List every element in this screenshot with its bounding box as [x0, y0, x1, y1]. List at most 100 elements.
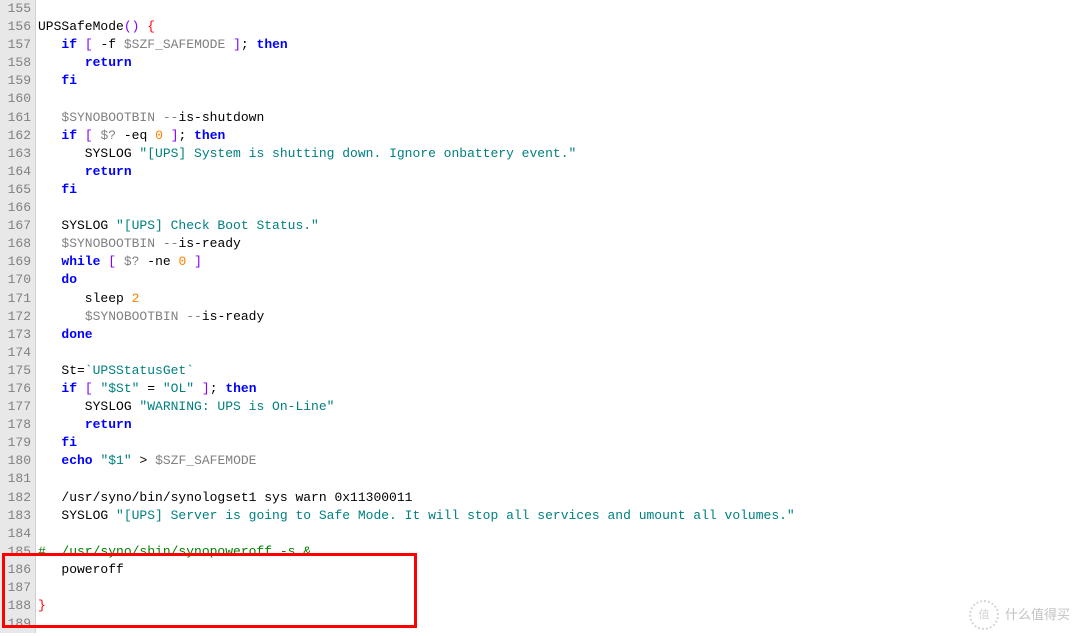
code-content[interactable] [36, 90, 1080, 108]
code-line[interactable]: 187 [0, 579, 1080, 597]
token [38, 381, 61, 396]
code-line[interactable]: 183 SYSLOG "[UPS] Server is going to Saf… [0, 507, 1080, 525]
code-line[interactable]: 184 [0, 525, 1080, 543]
code-content[interactable]: fi [36, 434, 1080, 452]
token: -eq [116, 128, 155, 143]
code-line[interactable]: 161 $SYNOBOOTBIN --is-shutdown [0, 109, 1080, 127]
code-line[interactable]: 159 fi [0, 72, 1080, 90]
code-content[interactable]: poweroff [36, 561, 1080, 579]
code-line[interactable]: 167 SYSLOG "[UPS] Check Boot Status." [0, 217, 1080, 235]
code-content[interactable] [36, 615, 1080, 633]
code-content[interactable] [36, 470, 1080, 488]
code-line[interactable]: 169 while [ $? -ne 0 ] [0, 253, 1080, 271]
code-content[interactable]: SYSLOG "[UPS] Server is going to Safe Mo… [36, 507, 1080, 525]
token: UPSSafeMode [38, 19, 124, 34]
code-line[interactable]: 160 [0, 90, 1080, 108]
code-content[interactable]: $SYNOBOOTBIN --is-ready [36, 308, 1080, 326]
watermark: 值 什么值得买 [969, 600, 1070, 630]
code-line[interactable]: 188} [0, 597, 1080, 615]
code-content[interactable]: if [ -f $SZF_SAFEMODE ]; then [36, 36, 1080, 54]
code-line[interactable]: 178 return [0, 416, 1080, 434]
token: ; [210, 381, 226, 396]
code-line[interactable]: 168 $SYNOBOOTBIN --is-ready [0, 235, 1080, 253]
code-line[interactable]: 165 fi [0, 181, 1080, 199]
line-number: 176 [0, 380, 36, 398]
code-line[interactable]: 186 poweroff [0, 561, 1080, 579]
line-number: 168 [0, 235, 36, 253]
line-number: 172 [0, 308, 36, 326]
token: [ [85, 37, 93, 52]
code-content[interactable]: /usr/syno/bin/synologset1 sys warn 0x113… [36, 489, 1080, 507]
code-content[interactable]: $SYNOBOOTBIN --is-ready [36, 235, 1080, 253]
code-content[interactable]: if [ "$St" = "OL" ]; then [36, 380, 1080, 398]
code-line[interactable]: 173 done [0, 326, 1080, 344]
line-number: 188 [0, 597, 36, 615]
code-content[interactable]: UPSSafeMode() { [36, 18, 1080, 36]
code-content[interactable]: SYSLOG "[UPS] System is shutting down. I… [36, 145, 1080, 163]
code-content[interactable]: if [ $? -eq 0 ]; then [36, 127, 1080, 145]
token [38, 37, 61, 52]
code-content[interactable]: St=`UPSStatusGet` [36, 362, 1080, 380]
code-line[interactable]: 166 [0, 199, 1080, 217]
token: ; [179, 128, 195, 143]
line-number: 189 [0, 615, 36, 633]
code-line[interactable]: 164 return [0, 163, 1080, 181]
code-line[interactable]: 170 do [0, 271, 1080, 289]
code-content[interactable]: $SYNOBOOTBIN --is-shutdown [36, 109, 1080, 127]
code-content[interactable] [36, 344, 1080, 362]
token: 2 [132, 291, 140, 306]
code-line[interactable]: 171 sleep 2 [0, 290, 1080, 308]
line-number: 182 [0, 489, 36, 507]
code-line[interactable]: 156UPSSafeMode() { [0, 18, 1080, 36]
code-content[interactable]: fi [36, 72, 1080, 90]
token: () [124, 19, 140, 34]
code-content[interactable]: return [36, 163, 1080, 181]
code-line[interactable]: 181 [0, 470, 1080, 488]
token: $SZF_SAFEMODE [155, 453, 256, 468]
code-content[interactable]: SYSLOG "[UPS] Check Boot Status." [36, 217, 1080, 235]
code-line[interactable]: 155 [0, 0, 1080, 18]
code-content[interactable]: echo "$1" > $SZF_SAFEMODE [36, 452, 1080, 470]
code-content[interactable]: while [ $? -ne 0 ] [36, 253, 1080, 271]
code-content[interactable]: return [36, 54, 1080, 72]
code-content[interactable]: do [36, 271, 1080, 289]
token: -- [186, 309, 202, 324]
token: then [225, 381, 256, 396]
token: return [85, 55, 132, 70]
code-content[interactable] [36, 199, 1080, 217]
code-content[interactable]: return [36, 416, 1080, 434]
line-number: 187 [0, 579, 36, 597]
code-content[interactable]: } [36, 597, 1080, 615]
code-line[interactable]: 162 if [ $? -eq 0 ]; then [0, 127, 1080, 145]
token: ; [241, 37, 257, 52]
code-line[interactable]: 158 return [0, 54, 1080, 72]
code-content[interactable] [36, 525, 1080, 543]
line-number: 180 [0, 452, 36, 470]
code-line[interactable]: 182 /usr/syno/bin/synologset1 sys warn 0… [0, 489, 1080, 507]
line-number: 157 [0, 36, 36, 54]
token: SYSLOG [38, 508, 116, 523]
code-content[interactable]: done [36, 326, 1080, 344]
code-content[interactable]: SYSLOG "WARNING: UPS is On-Line" [36, 398, 1080, 416]
code-editor[interactable]: 155 156UPSSafeMode() {157 if [ -f $SZF_S… [0, 0, 1080, 633]
code-content[interactable] [36, 579, 1080, 597]
code-line[interactable]: 177 SYSLOG "WARNING: UPS is On-Line" [0, 398, 1080, 416]
code-line[interactable]: 189 [0, 615, 1080, 633]
code-line[interactable]: 185# /usr/syno/sbin/synopoweroff -s & [0, 543, 1080, 561]
code-content[interactable]: fi [36, 181, 1080, 199]
code-line[interactable]: 157 if [ -f $SZF_SAFEMODE ]; then [0, 36, 1080, 54]
token: done [61, 327, 92, 342]
code-line[interactable]: 176 if [ "$St" = "OL" ]; then [0, 380, 1080, 398]
code-line[interactable]: 179 fi [0, 434, 1080, 452]
code-line[interactable]: 163 SYSLOG "[UPS] System is shutting dow… [0, 145, 1080, 163]
code-content[interactable]: sleep 2 [36, 290, 1080, 308]
code-line[interactable]: 175 St=`UPSStatusGet` [0, 362, 1080, 380]
code-line[interactable]: 172 $SYNOBOOTBIN --is-ready [0, 308, 1080, 326]
code-content[interactable] [36, 0, 1080, 18]
code-content[interactable]: # /usr/syno/sbin/synopoweroff -s & [36, 543, 1080, 561]
token: } [38, 598, 46, 613]
code-line[interactable]: 174 [0, 344, 1080, 362]
watermark-text: 什么值得买 [1005, 606, 1070, 624]
code-line[interactable]: 180 echo "$1" > $SZF_SAFEMODE [0, 452, 1080, 470]
token: $SZF_SAFEMODE [124, 37, 225, 52]
